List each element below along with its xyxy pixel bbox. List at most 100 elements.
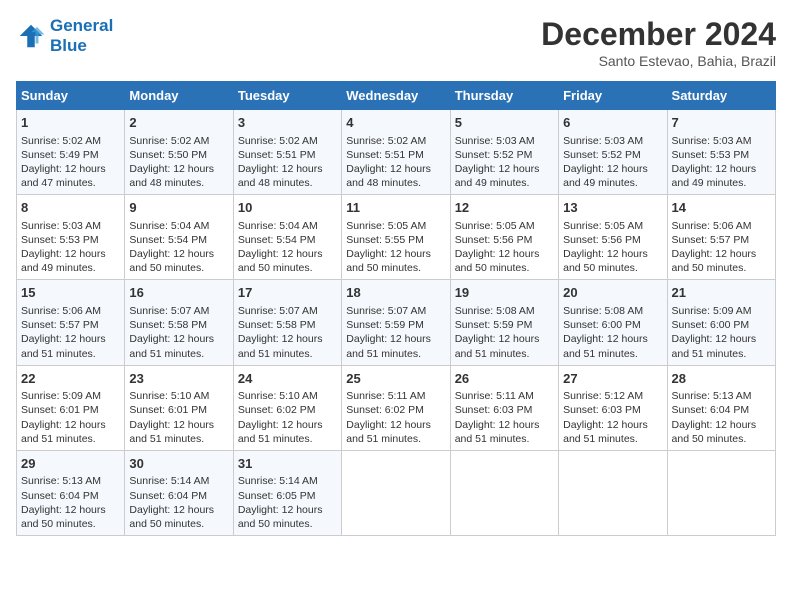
day-info: Sunset: 6:05 PM bbox=[238, 489, 337, 503]
day-info: Sunset: 6:04 PM bbox=[21, 489, 120, 503]
day-info: and 49 minutes. bbox=[563, 176, 662, 190]
day-info: and 51 minutes. bbox=[238, 432, 337, 446]
calendar-cell: 7 Sunrise: 5:03 AMSunset: 5:53 PMDaylight… bbox=[667, 110, 775, 195]
day-info: Sunset: 6:00 PM bbox=[563, 318, 662, 332]
day-number: 24 bbox=[238, 370, 337, 388]
day-info: and 50 minutes. bbox=[455, 261, 554, 275]
day-number: 19 bbox=[455, 284, 554, 302]
table-row: 1 Sunrise: 5:02 AM Sunset: 5:49 PM Daylight… bbox=[17, 110, 776, 195]
day-info: and 51 minutes. bbox=[563, 432, 662, 446]
day-info: and 51 minutes. bbox=[455, 432, 554, 446]
day-number: 28 bbox=[672, 370, 771, 388]
day-info: Daylight: 12 hours bbox=[21, 332, 120, 346]
table-row: 22Sunrise: 5:09 AMSunset: 6:01 PMDayligh… bbox=[17, 365, 776, 450]
day-info: Sunset: 5:50 PM bbox=[129, 148, 228, 162]
day-info: Sunrise: 5:03 AM bbox=[455, 134, 554, 148]
day-number: 20 bbox=[563, 284, 662, 302]
day-number: 13 bbox=[563, 199, 662, 217]
day-info: Sunrise: 5:02 AM bbox=[238, 134, 337, 148]
calendar-cell bbox=[450, 450, 558, 535]
day-info: Daylight: 12 hours bbox=[129, 332, 228, 346]
logo-text-line1: General bbox=[50, 16, 113, 36]
day-info: Daylight: 12 hours bbox=[238, 162, 337, 176]
day-info: Sunrise: 5:13 AM bbox=[21, 474, 120, 488]
day-info: Sunrise: 5:05 AM bbox=[455, 219, 554, 233]
col-friday: Friday bbox=[559, 82, 667, 110]
day-info: Sunrise: 5:12 AM bbox=[563, 389, 662, 403]
day-number: 1 bbox=[21, 114, 120, 132]
day-info: and 51 minutes. bbox=[455, 347, 554, 361]
day-info: Sunset: 5:54 PM bbox=[238, 233, 337, 247]
day-info: Sunrise: 5:02 AM bbox=[346, 134, 445, 148]
calendar-cell: 15Sunrise: 5:06 AMSunset: 5:57 PMDayligh… bbox=[17, 280, 125, 365]
day-number: 22 bbox=[21, 370, 120, 388]
calendar-cell bbox=[559, 450, 667, 535]
day-number: 2 bbox=[129, 114, 228, 132]
calendar-cell: 30Sunrise: 5:14 AMSunset: 6:04 PMDayligh… bbox=[125, 450, 233, 535]
month-title: December 2024 bbox=[541, 16, 776, 53]
day-info: Daylight: 12 hours bbox=[563, 332, 662, 346]
day-info: Daylight: 12 hours bbox=[455, 162, 554, 176]
day-info: Sunset: 5:51 PM bbox=[238, 148, 337, 162]
day-number: 25 bbox=[346, 370, 445, 388]
calendar-cell: 31Sunrise: 5:14 AMSunset: 6:05 PMDayligh… bbox=[233, 450, 341, 535]
day-info: and 50 minutes. bbox=[672, 432, 771, 446]
day-info: and 51 minutes. bbox=[346, 432, 445, 446]
day-info: Sunrise: 5:14 AM bbox=[238, 474, 337, 488]
day-info: Sunrise: 5:07 AM bbox=[129, 304, 228, 318]
calendar-cell: 22Sunrise: 5:09 AMSunset: 6:01 PMDayligh… bbox=[17, 365, 125, 450]
day-info: Sunset: 5:49 PM bbox=[21, 148, 120, 162]
day-info: Sunset: 6:00 PM bbox=[672, 318, 771, 332]
day-number: 27 bbox=[563, 370, 662, 388]
day-info: Daylight: 12 hours bbox=[129, 503, 228, 517]
day-info: Sunset: 6:02 PM bbox=[238, 403, 337, 417]
day-info: Sunrise: 5:03 AM bbox=[672, 134, 771, 148]
calendar-cell: 14Sunrise: 5:06 AMSunset: 5:57 PMDayligh… bbox=[667, 195, 775, 280]
day-info: Daylight: 12 hours bbox=[238, 247, 337, 261]
day-info: Sunset: 5:58 PM bbox=[238, 318, 337, 332]
day-info: Sunset: 6:01 PM bbox=[129, 403, 228, 417]
day-info: and 51 minutes. bbox=[672, 347, 771, 361]
col-sunday: Sunday bbox=[17, 82, 125, 110]
day-info: and 50 minutes. bbox=[21, 517, 120, 531]
day-info: Sunset: 5:57 PM bbox=[21, 318, 120, 332]
day-number: 7 bbox=[672, 114, 771, 132]
day-info: Sunrise: 5:09 AM bbox=[672, 304, 771, 318]
day-info: Sunrise: 5:08 AM bbox=[455, 304, 554, 318]
day-info: Sunset: 5:52 PM bbox=[563, 148, 662, 162]
day-info: and 50 minutes. bbox=[346, 261, 445, 275]
day-info: Sunrise: 5:11 AM bbox=[455, 389, 554, 403]
day-info: Sunset: 5:53 PM bbox=[672, 148, 771, 162]
day-number: 9 bbox=[129, 199, 228, 217]
location: Santo Estevao, Bahia, Brazil bbox=[541, 53, 776, 69]
col-thursday: Thursday bbox=[450, 82, 558, 110]
calendar-cell: 28Sunrise: 5:13 AMSunset: 6:04 PMDayligh… bbox=[667, 365, 775, 450]
day-info: and 48 minutes. bbox=[129, 176, 228, 190]
day-info: Daylight: 12 hours bbox=[672, 332, 771, 346]
day-info: Sunset: 5:52 PM bbox=[455, 148, 554, 162]
day-info: Sunset: 5:55 PM bbox=[346, 233, 445, 247]
calendar-cell: 6Sunrise: 5:03 AMSunset: 5:52 PMDaylight… bbox=[559, 110, 667, 195]
day-info: and 49 minutes. bbox=[21, 261, 120, 275]
day-info: Sunrise: 5:10 AM bbox=[238, 389, 337, 403]
day-info: and 50 minutes. bbox=[238, 261, 337, 275]
calendar-cell: 8Sunrise: 5:03 AMSunset: 5:53 PMDaylight… bbox=[17, 195, 125, 280]
calendar-cell: 27Sunrise: 5:12 AMSunset: 6:03 PMDayligh… bbox=[559, 365, 667, 450]
day-info: and 49 minutes. bbox=[455, 176, 554, 190]
calendar-cell: 19Sunrise: 5:08 AMSunset: 5:59 PMDayligh… bbox=[450, 280, 558, 365]
day-number: 30 bbox=[129, 455, 228, 473]
header: General Blue December 2024 Santo Estevao… bbox=[16, 16, 776, 69]
day-number: 14 bbox=[672, 199, 771, 217]
calendar-cell: 25Sunrise: 5:11 AMSunset: 6:02 PMDayligh… bbox=[342, 365, 450, 450]
day-info: Daylight: 12 hours bbox=[672, 418, 771, 432]
col-tuesday: Tuesday bbox=[233, 82, 341, 110]
logo-icon bbox=[16, 21, 46, 51]
day-info: Sunrise: 5:03 AM bbox=[21, 219, 120, 233]
calendar-cell: 16Sunrise: 5:07 AMSunset: 5:58 PMDayligh… bbox=[125, 280, 233, 365]
day-info: Daylight: 12 hours bbox=[672, 162, 771, 176]
day-info: and 50 minutes. bbox=[129, 261, 228, 275]
day-number: 4 bbox=[346, 114, 445, 132]
calendar-cell: 4Sunrise: 5:02 AMSunset: 5:51 PMDaylight… bbox=[342, 110, 450, 195]
day-info: and 50 minutes. bbox=[129, 517, 228, 531]
day-info: Daylight: 12 hours bbox=[346, 418, 445, 432]
